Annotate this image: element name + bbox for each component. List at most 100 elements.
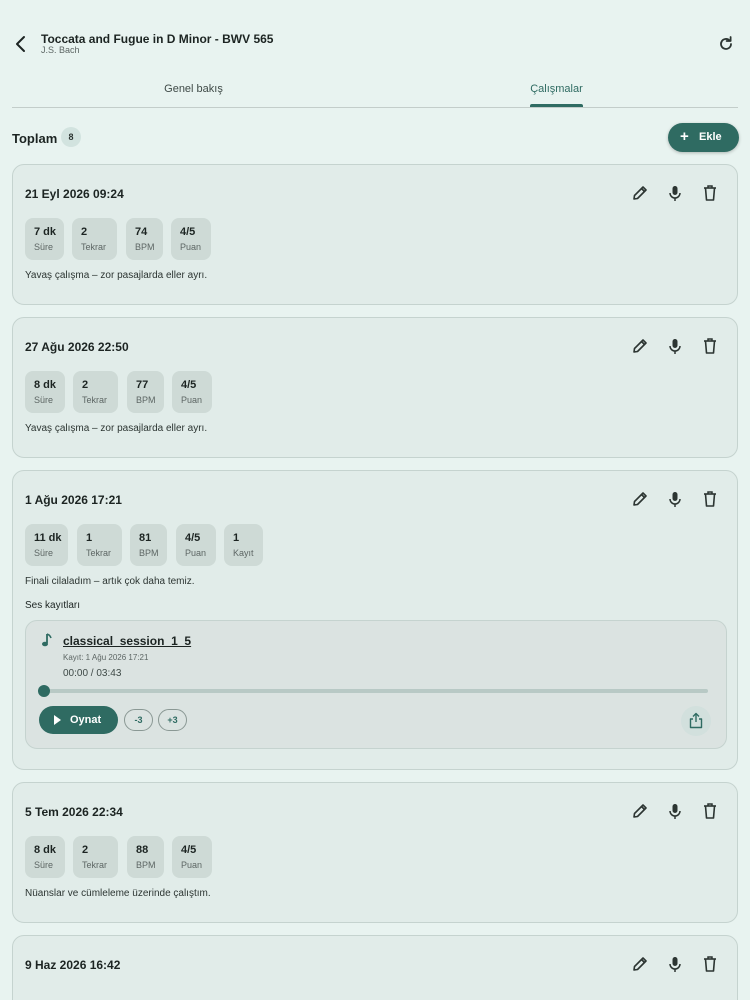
stat-label: Puan	[181, 395, 203, 405]
delete-button[interactable]	[700, 489, 720, 509]
edit-button[interactable]	[630, 336, 650, 356]
tab-overview[interactable]: Genel bakış	[12, 83, 375, 95]
play-button[interactable]: Oynat	[39, 706, 118, 734]
refresh-icon	[720, 36, 732, 50]
seek-bar[interactable]	[44, 689, 708, 693]
record-button[interactable]	[665, 489, 685, 509]
arrow-left-icon	[16, 36, 25, 52]
stat-value: 4/5	[181, 844, 197, 856]
stat-label: Puan	[185, 548, 207, 558]
stat-label: Puan	[180, 242, 202, 252]
stat-label: Tekrar	[82, 860, 108, 870]
stat-chip: 11 dk Süre	[25, 524, 68, 566]
plus-icon: +	[680, 128, 689, 145]
stat-label: Tekrar	[81, 242, 107, 252]
session-date: 5 Tem 2026 22:34	[25, 805, 123, 819]
stat-chip: 77 BPM	[127, 371, 164, 413]
delete-button[interactable]	[700, 183, 720, 203]
back-button[interactable]	[10, 33, 32, 55]
record-button[interactable]	[665, 336, 685, 356]
stat-label: Süre	[34, 395, 54, 405]
page-title: Toccata and Fugue in D Minor - BWV 565	[41, 32, 274, 46]
pencil-icon	[633, 186, 647, 200]
stat-chip: 7 dk Süre	[25, 218, 64, 260]
add-session-button[interactable]: + Ekle	[668, 123, 739, 152]
tab-sessions[interactable]: Çalışmalar	[375, 83, 738, 95]
session-note: Nüanslar ve cümleleme üzerinde çalıştım.	[25, 888, 211, 899]
edit-button[interactable]	[630, 489, 650, 509]
stat-chip: 4/5 Puan	[172, 371, 212, 413]
trash-icon	[704, 803, 716, 819]
delete-button[interactable]	[700, 336, 720, 356]
stat-value: 2	[81, 226, 88, 238]
delete-button[interactable]	[700, 801, 720, 821]
recording-date: Kayıt: 1 Ağu 2026 17:21	[63, 653, 149, 662]
session-card: 27 Ağu 2026 22:50 8 dk Süre 2 Tekrar 77 BPM…	[12, 317, 738, 458]
stat-value: 7 dk	[34, 226, 57, 238]
seek-thumb[interactable]	[38, 685, 50, 697]
music-note-icon	[42, 633, 52, 647]
stat-chip: 8 dk Süre	[25, 371, 65, 413]
tab-bar: Genel bakış Çalışmalar	[12, 78, 738, 108]
record-button[interactable]	[665, 954, 685, 974]
refresh-button[interactable]	[717, 35, 735, 53]
composer-subtitle: J.S. Bach	[41, 45, 80, 55]
session-note: Yavaş çalışma – zor pasajlarda eller ayr…	[25, 270, 208, 281]
edit-button[interactable]	[630, 954, 650, 974]
record-button[interactable]	[665, 183, 685, 203]
stat-value: 4/5	[180, 226, 196, 238]
stat-value: 4/5	[185, 532, 201, 544]
stat-value: 74	[135, 226, 148, 238]
session-date: 1 Ağu 2026 17:21	[25, 493, 122, 507]
stat-chip: 74 BPM	[126, 218, 163, 260]
stat-chip: 8 dk Süre	[25, 836, 65, 878]
share-button[interactable]	[681, 706, 711, 736]
pencil-icon	[633, 492, 647, 506]
stat-chip: 1 Kayıt	[224, 524, 263, 566]
pencil-icon	[633, 339, 647, 353]
stat-chip: 81 BPM	[130, 524, 167, 566]
stat-label: BPM	[139, 548, 159, 558]
audio-player: classical_session_1_5 Kayıt: 1 Ağu 2026 …	[25, 620, 727, 749]
total-count-badge: 8	[61, 127, 81, 147]
microphone-icon	[669, 492, 681, 507]
stat-chip: 1 Tekrar	[77, 524, 122, 566]
session-card: 21 Eyl 2026 09:24 7 dk Süre 2 Tekrar 74 BPM…	[12, 164, 738, 305]
stat-value: 2	[82, 379, 89, 391]
trash-icon	[704, 491, 716, 507]
stat-label: Tekrar	[82, 395, 108, 405]
stat-label: Kayıt	[233, 548, 254, 558]
session-note: Yavaş çalışma – zor pasajlarda eller ayr…	[25, 423, 208, 434]
forward-3s-button[interactable]: +3	[158, 709, 187, 731]
stat-label: Süre	[34, 242, 54, 252]
microphone-icon	[669, 186, 681, 201]
pencil-icon	[633, 957, 647, 971]
stat-value: 8 dk	[34, 844, 57, 856]
stat-label: BPM	[135, 242, 155, 252]
active-tab-indicator	[530, 104, 583, 107]
rewind-3s-button[interactable]: -3	[124, 709, 153, 731]
trash-icon	[704, 956, 716, 972]
share-icon	[689, 712, 703, 729]
stat-value: 8 dk	[34, 379, 57, 391]
stat-chip: 88 BPM	[127, 836, 164, 878]
stat-value: 81	[139, 532, 152, 544]
stat-label: BPM	[136, 860, 156, 870]
stat-chip: 4/5 Puan	[171, 218, 211, 260]
edit-button[interactable]	[630, 801, 650, 821]
session-card: 5 Tem 2026 22:34 8 dk Süre 2 Tekrar 88 BPM …	[12, 782, 738, 923]
session-note: Finali cilaladım – artık çok daha temiz.	[25, 576, 195, 587]
session-date: 9 Haz 2026 16:42	[25, 958, 121, 972]
recordings-heading: Ses kayıtları	[25, 600, 81, 611]
edit-button[interactable]	[630, 183, 650, 203]
recording-name-link[interactable]: classical_session_1_5	[63, 634, 191, 648]
record-button[interactable]	[665, 801, 685, 821]
top-app-bar: Toccata and Fugue in D Minor - BWV 565 J…	[0, 0, 750, 78]
delete-button[interactable]	[700, 954, 720, 974]
stat-label: BPM	[136, 395, 156, 405]
pencil-icon	[633, 804, 647, 818]
add-button-label: Ekle	[699, 131, 722, 143]
stat-label: Süre	[34, 548, 54, 558]
session-date: 27 Ağu 2026 22:50	[25, 340, 129, 354]
stat-label: Süre	[34, 860, 54, 870]
